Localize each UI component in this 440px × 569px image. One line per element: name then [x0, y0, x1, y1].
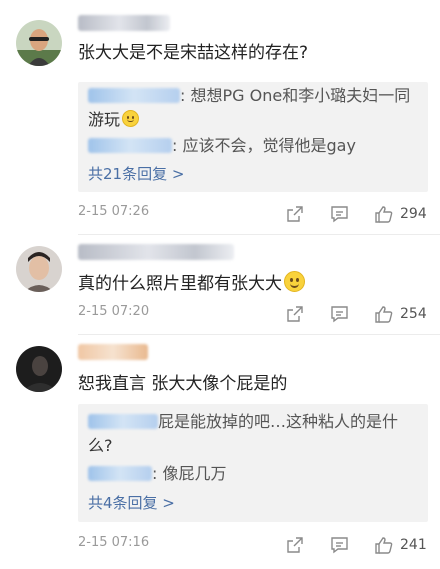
- share-icon: [287, 306, 303, 322]
- divider: [78, 234, 440, 235]
- reply-2[interactable]: : 应该不会，觉得他是gay: [88, 134, 418, 158]
- comment-icon: [331, 306, 348, 323]
- reply-1[interactable]: : 想想PG One和李小璐夫妇一同 游玩: [88, 84, 418, 132]
- comment-button[interactable]: [330, 302, 349, 326]
- comment-text-content: 真的什么照片里都有张大大: [78, 274, 282, 294]
- reply-2[interactable]: : 像屁几万: [88, 462, 418, 486]
- timestamp: 2-15 07:26: [78, 204, 150, 219]
- avatar[interactable]: [16, 346, 62, 392]
- divider: [78, 334, 440, 335]
- reply-username-redacted[interactable]: [88, 466, 152, 481]
- like-count: 241: [400, 537, 427, 553]
- comment-meta: 2-15 07:26 294: [0, 202, 440, 226]
- comment-button[interactable]: [330, 202, 349, 226]
- like-icon: [375, 205, 393, 223]
- comment-text: 张大大是不是宋喆这样的存在?: [78, 43, 309, 63]
- avatar[interactable]: [16, 246, 62, 292]
- like-icon: [375, 305, 393, 323]
- like-button[interactable]: 294: [374, 202, 427, 226]
- comment-text: 真的什么照片里都有张大大: [78, 271, 305, 296]
- reply-text: : 想想PG One和李小璐夫妇一同: [180, 86, 411, 105]
- more-replies-link[interactable]: 共21条回复 >: [88, 164, 184, 184]
- comment-icon: [331, 537, 348, 554]
- like-count: 254: [400, 306, 427, 322]
- reply-text: : 应该不会，觉得他是gay: [172, 136, 356, 155]
- reply-box[interactable]: : 想想PG One和李小璐夫妇一同 游玩 : 应该不会，觉得他是gay 共21…: [78, 82, 428, 192]
- reply-username-redacted[interactable]: [88, 138, 172, 153]
- share-button[interactable]: [286, 533, 304, 557]
- share-icon: [287, 537, 303, 553]
- reply-1[interactable]: 屁是能放掉的吧…这种粘人的是什 么?: [88, 410, 418, 458]
- smile-emoji-icon: [122, 110, 140, 127]
- username-redacted[interactable]: [78, 344, 148, 360]
- like-count: 294: [400, 206, 427, 222]
- avatar[interactable]: [16, 20, 62, 66]
- reply-box[interactable]: 屁是能放掉的吧…这种粘人的是什 么? : 像屁几万 共4条回复 >: [78, 404, 428, 522]
- comment-meta: 2-15 07:16 241: [0, 533, 440, 557]
- smile-emoji-icon: [284, 271, 305, 292]
- reply-text: 屁是能放掉的吧…这种粘人的是什: [158, 412, 399, 431]
- like-button[interactable]: 254: [374, 302, 427, 326]
- reply-text-continued: 游玩: [88, 110, 121, 129]
- username-redacted[interactable]: [78, 15, 170, 31]
- reply-text: : 像屁几万: [152, 464, 227, 483]
- comment-button[interactable]: [330, 533, 349, 557]
- share-icon: [287, 206, 303, 222]
- comment-text: 恕我直言 张大大像个屁是的: [78, 374, 288, 394]
- like-button[interactable]: 241: [374, 533, 427, 557]
- comment-icon: [331, 206, 348, 223]
- reply-username-redacted[interactable]: [88, 414, 158, 429]
- username-redacted[interactable]: [78, 244, 234, 260]
- reply-text-continued: 么?: [88, 436, 113, 455]
- timestamp: 2-15 07:20: [78, 304, 150, 319]
- timestamp: 2-15 07:16: [78, 535, 150, 550]
- comment-meta: 2-15 07:20 254: [0, 302, 440, 326]
- share-button[interactable]: [286, 202, 304, 226]
- more-replies-link[interactable]: 共4条回复 >: [88, 493, 175, 513]
- reply-username-redacted[interactable]: [88, 88, 180, 103]
- share-button[interactable]: [286, 302, 304, 326]
- like-icon: [375, 536, 393, 554]
